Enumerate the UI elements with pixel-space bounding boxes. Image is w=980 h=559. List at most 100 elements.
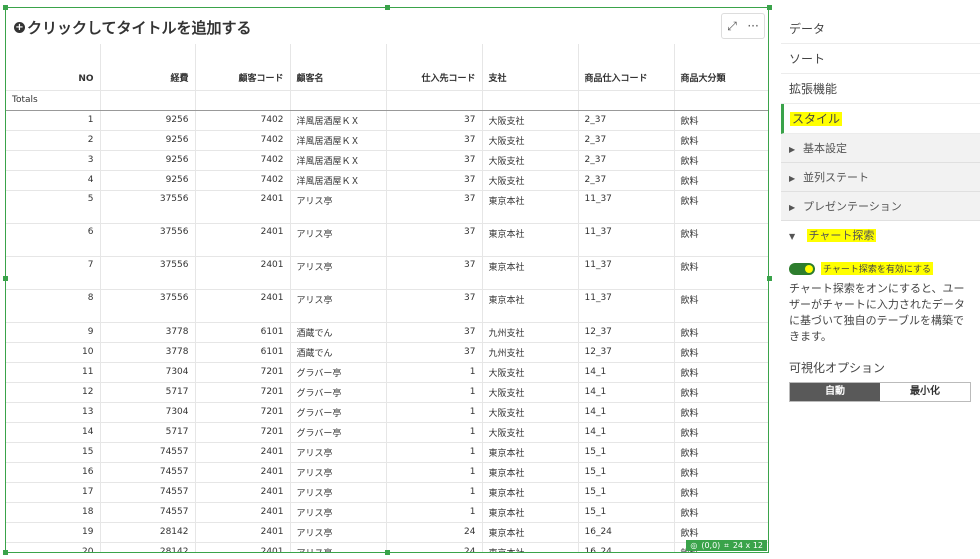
table-cell: 東京本社 — [482, 502, 579, 523]
resize-handle-tr[interactable] — [767, 5, 772, 10]
table-cell: 16_24 — [578, 542, 675, 552]
table-cell: アリス亭 — [290, 542, 387, 552]
table-cell: 19 — [6, 522, 101, 543]
table-cell: 74557 — [100, 442, 196, 463]
table-cell: グラバー亭 — [290, 402, 387, 423]
table-cell: 14_1 — [578, 362, 675, 383]
table-cell: 7304 — [100, 402, 196, 423]
table-chart[interactable]: + クリックしてタイトルを追加する ⤢ ··· NO 経費 顧客コード 顧客名 仕入先コ… — [5, 7, 769, 553]
table-row[interactable]: 3 9256 7402 洋風居酒屋ＫＸ 37 大阪支社 2_37 飲料 — [6, 150, 768, 171]
table-row[interactable]: 10 3778 6101 酒蔵でん 37 九州支社 12_37 飲料 — [6, 342, 768, 363]
resize-handle-tl[interactable] — [3, 5, 8, 10]
chart-title[interactable]: + クリックしてタイトルを追加する — [14, 17, 252, 38]
section-label: プレゼンテーション — [803, 200, 902, 213]
table-row[interactable]: 14 5717 7201 グラバー亭 1 大阪支社 14_1 飲料 — [6, 422, 768, 443]
visualization-options-label: 可視化オプション — [789, 361, 886, 375]
column-header[interactable]: 仕入先コード — [386, 44, 483, 91]
table-cell: 2401 — [195, 542, 291, 552]
table-cell: 6 — [6, 223, 101, 257]
table-row[interactable]: 6 37556 2401 アリス亭 37 東京本社 11_37 飲料 — [6, 223, 768, 257]
table-cell: 74557 — [100, 482, 196, 503]
table-cell: 東京本社 — [482, 442, 579, 463]
table-row[interactable]: 2 9256 7402 洋風居酒屋ＫＸ 37 大阪支社 2_37 飲料 — [6, 130, 768, 151]
resize-handle-b[interactable] — [385, 550, 390, 555]
table-row[interactable]: 18 74557 2401 アリス亭 1 東京本社 15_1 飲料 — [6, 502, 768, 523]
column-header[interactable]: 支社 — [482, 44, 579, 91]
column-header[interactable]: 経費 — [100, 44, 196, 91]
section-chart-exploration[interactable]: ▼ チャート探索 — [781, 221, 980, 250]
table-row[interactable]: 12 5717 7201 グラバー亭 1 大阪支社 14_1 飲料 — [6, 382, 768, 403]
column-header[interactable]: 顧客名 — [290, 44, 387, 91]
totals-cell — [482, 90, 579, 111]
table-cell: 28142 — [100, 522, 196, 543]
section-alternate-states[interactable]: ▶ 並列ステート — [781, 163, 980, 192]
section-label: チャート探索 — [806, 229, 877, 242]
resize-handle-r[interactable] — [767, 276, 772, 281]
resize-handle-bl[interactable] — [3, 550, 8, 555]
nav-sort[interactable]: ソート — [781, 44, 980, 74]
table-cell: 17 — [6, 482, 101, 503]
table-cell: 九州支社 — [482, 322, 579, 343]
totals-cell — [578, 90, 675, 111]
table-row[interactable]: 13 7304 7201 グラバー亭 1 大阪支社 14_1 飲料 — [6, 402, 768, 423]
option-minimize[interactable]: 最小化 — [880, 383, 970, 401]
table-cell: 15_1 — [578, 502, 675, 523]
chart-exploration-toggle[interactable] — [789, 262, 815, 275]
table-cell: 11 — [6, 362, 101, 383]
table-cell: 飲料 — [674, 502, 768, 523]
table-cell: 大阪支社 — [482, 382, 579, 403]
nav-style[interactable]: スタイル — [781, 104, 980, 134]
table-cell: アリス亭 — [290, 522, 387, 543]
table-row[interactable]: 17 74557 2401 アリス亭 1 東京本社 15_1 飲料 — [6, 482, 768, 503]
table-row[interactable]: 8 37556 2401 アリス亭 37 東京本社 11_37 飲料 — [6, 289, 768, 323]
table-cell: 5 — [6, 190, 101, 224]
table-cell: 飲料 — [674, 223, 768, 257]
resize-handle-t[interactable] — [385, 5, 390, 10]
table-cell: 37 — [386, 190, 483, 224]
column-header[interactable]: 商品仕入コード — [578, 44, 675, 91]
table-row[interactable]: 1 9256 7402 洋風居酒屋ＫＸ 37 大阪支社 2_37 飲料 — [6, 110, 768, 131]
totals-cell — [386, 90, 483, 111]
more-icon[interactable]: ··· — [747, 19, 758, 33]
chart-exploration-toggle-row[interactable]: チャート探索を有効にする — [789, 262, 980, 275]
table-cell: 2401 — [195, 522, 291, 543]
table-cell: 7402 — [195, 110, 291, 131]
table-row[interactable]: 19 28142 2401 アリス亭 24 東京本社 16_24 飲料 — [6, 522, 768, 543]
properties-panel: データ ソート 拡張機能 スタイル ▶ 基本設定 ▶ 並列ステート ▶ プレゼンテーション ▼ … — [781, 14, 980, 559]
table-cell: 9 — [6, 322, 101, 343]
caret-right-icon: ▶ — [789, 203, 796, 212]
table-cell: 1 — [386, 422, 483, 443]
section-presentation[interactable]: ▶ プレゼンテーション — [781, 192, 980, 221]
table-cell: 酒蔵でん — [290, 342, 387, 363]
table-cell: 飲料 — [674, 522, 768, 543]
resize-handle-l[interactable] — [3, 276, 8, 281]
section-basic[interactable]: ▶ 基本設定 — [781, 134, 980, 163]
table-cell: 18 — [6, 502, 101, 523]
table-cell: 飲料 — [674, 442, 768, 463]
table-row[interactable]: 15 74557 2401 アリス亭 1 東京本社 15_1 飲料 — [6, 442, 768, 463]
column-header[interactable]: 商品大分類 — [674, 44, 768, 91]
table-row[interactable]: 11 7304 7201 グラバー亭 1 大阪支社 14_1 飲料 — [6, 362, 768, 383]
position-icon: ◎ — [690, 541, 698, 550]
table-row[interactable]: 4 9256 7402 洋風居酒屋ＫＸ 37 大阪支社 2_37 飲料 — [6, 170, 768, 191]
table-cell: アリス亭 — [290, 502, 387, 523]
table-cell: 酒蔵でん — [290, 322, 387, 343]
table-cell: 7402 — [195, 130, 291, 151]
table-cell: 37 — [386, 150, 483, 171]
table-cell: 37556 — [100, 256, 196, 290]
table-cell: 7304 — [100, 362, 196, 383]
table-row[interactable]: 16 74557 2401 アリス亭 1 東京本社 15_1 飲料 — [6, 462, 768, 483]
visualization-segmented-control: 自動 最小化 — [789, 382, 971, 402]
expand-icon[interactable]: ⤢ — [727, 19, 737, 34]
table-row[interactable]: 9 3778 6101 酒蔵でん 37 九州支社 12_37 飲料 — [6, 322, 768, 343]
nav-extensions[interactable]: 拡張機能 — [781, 74, 980, 104]
table-cell: 1 — [386, 402, 483, 423]
table-row[interactable]: 7 37556 2401 アリス亭 37 東京本社 11_37 飲料 — [6, 256, 768, 290]
nav-data[interactable]: データ — [781, 14, 980, 44]
column-header[interactable]: 顧客コード — [195, 44, 291, 91]
table-cell: グラバー亭 — [290, 382, 387, 403]
column-header[interactable]: NO — [6, 44, 101, 91]
table-cell: 11_37 — [578, 190, 675, 224]
option-auto[interactable]: 自動 — [790, 383, 880, 401]
table-row[interactable]: 5 37556 2401 アリス亭 37 東京本社 11_37 飲料 — [6, 190, 768, 224]
